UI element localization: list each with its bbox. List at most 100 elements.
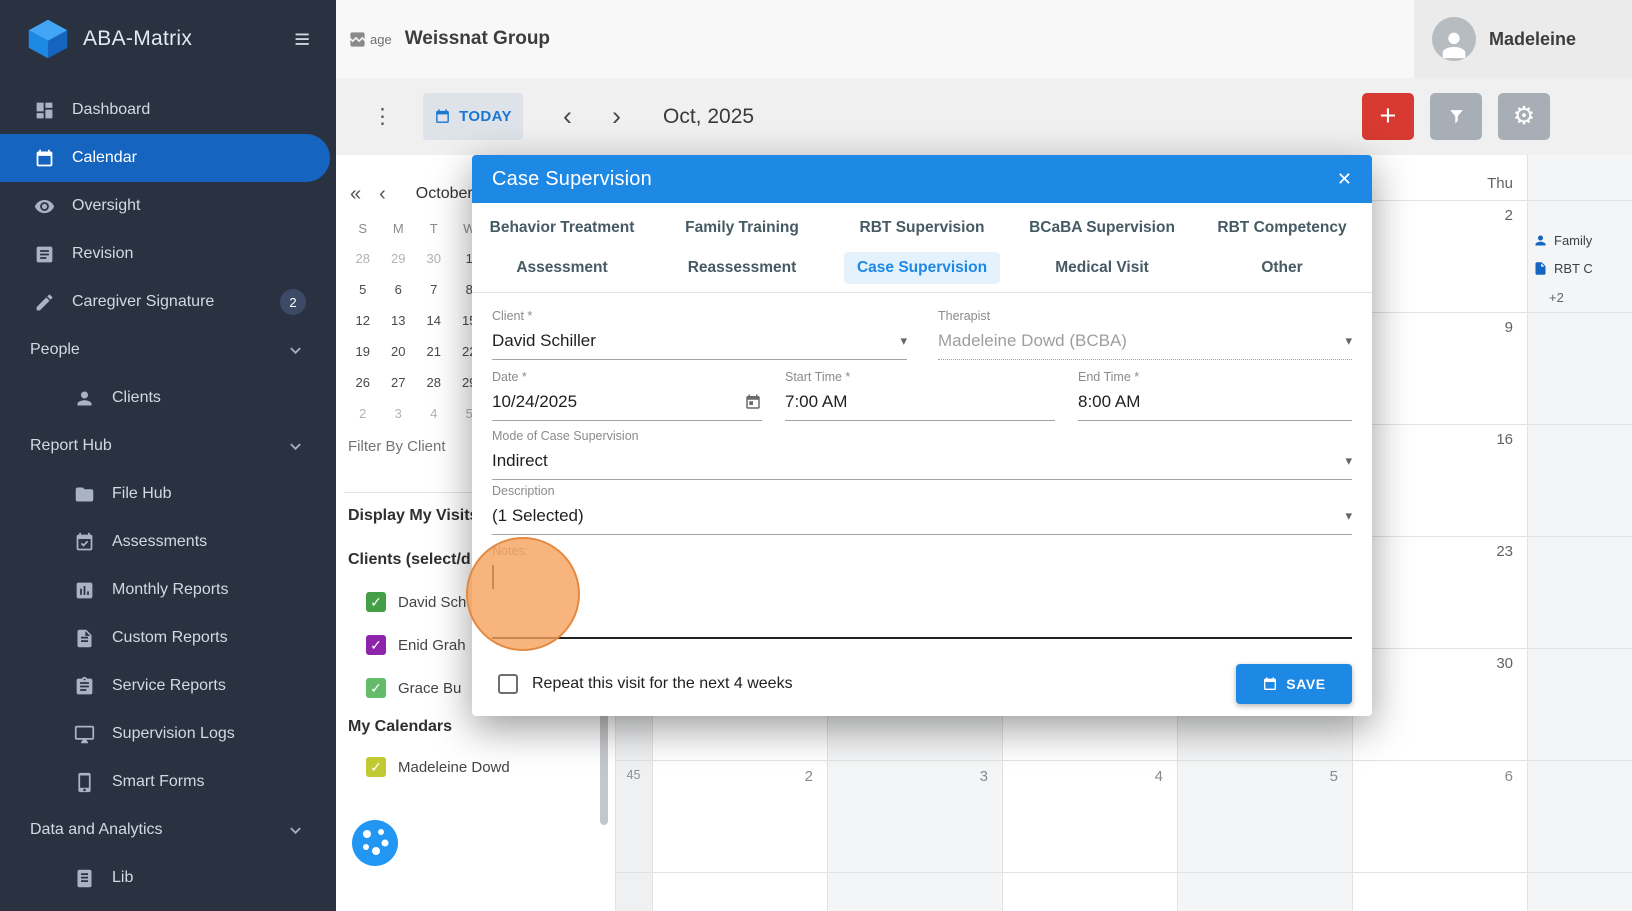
calendar-checkbox[interactable]: ✓ — [366, 757, 386, 777]
save-button[interactable]: SAVE — [1236, 664, 1352, 704]
description-select[interactable]: Description (1 Selected) ▾ — [492, 484, 1352, 535]
assignment-icon — [74, 676, 95, 697]
tab-behavior-treatment[interactable]: Behavior Treatment — [472, 208, 652, 248]
tab-other[interactable]: Other — [1192, 248, 1372, 288]
start-time-label: Start Time * — [785, 370, 1055, 385]
save-calendar-icon — [1262, 676, 1278, 692]
prev-month-button[interactable]: ‹ — [563, 103, 572, 130]
next-month-button[interactable]: › — [612, 103, 621, 130]
minical-date[interactable]: 14 — [416, 305, 452, 336]
sidebar-item-label: Dashboard — [72, 101, 150, 119]
minical-date[interactable]: 19 — [345, 336, 381, 367]
minical-date[interactable]: 27 — [381, 367, 417, 398]
theme-palette-button[interactable] — [352, 820, 398, 866]
sidebar-item-monthly-reports[interactable]: Monthly Reports — [0, 566, 336, 614]
minical-prev-month-button[interactable]: ‹ — [379, 184, 386, 204]
minical-date[interactable]: 7 — [416, 274, 452, 305]
minical-date[interactable]: 6 — [381, 274, 417, 305]
visit-type-tabs: Behavior Treatment Family Training RBT S… — [472, 203, 1372, 288]
client-value: David Schiller — [492, 331, 596, 351]
tab-family-training[interactable]: Family Training — [652, 208, 832, 248]
date-cell: 4 — [1002, 768, 1177, 785]
add-visit-button[interactable]: + — [1362, 93, 1414, 140]
repeat-checkbox[interactable] — [498, 674, 518, 694]
sidebar-item-dashboard[interactable]: Dashboard — [0, 86, 336, 134]
minical-date[interactable]: 21 — [416, 336, 452, 367]
date-field[interactable]: Date * 10/24/2025 — [492, 370, 762, 421]
notes-textarea[interactable] — [492, 559, 1352, 639]
minical-date[interactable]: 28 — [416, 367, 452, 398]
minical-date[interactable]: 29 — [381, 243, 417, 274]
user-menu[interactable]: Madeleine — [1414, 0, 1632, 78]
client-name: Enid Grah — [398, 637, 466, 654]
client-checkbox[interactable]: ✓ — [366, 592, 386, 612]
sidebar-item-label: Oversight — [72, 197, 140, 215]
logo-alt-text: age — [370, 32, 392, 47]
minical-date[interactable]: 30 — [416, 243, 452, 274]
client-checkbox[interactable]: ✓ — [366, 635, 386, 655]
client-select[interactable]: Client * David Schiller ▾ — [492, 309, 907, 360]
sidebar-group-people[interactable]: People — [0, 326, 336, 374]
sidebar-item-oversight[interactable]: Oversight — [0, 182, 336, 230]
minical-date[interactable]: 26 — [345, 367, 381, 398]
sidebar-item-supervision-logs[interactable]: Supervision Logs — [0, 710, 336, 758]
minical-date[interactable]: 3 — [381, 398, 417, 429]
minical-prev-year-button[interactable]: « — [350, 184, 361, 204]
end-time-field[interactable]: End Time * 8:00 AM — [1078, 370, 1352, 421]
start-time-field[interactable]: Start Time * 7:00 AM — [785, 370, 1055, 421]
minical-date[interactable]: 2 — [345, 398, 381, 429]
calendar-filter-row: ✓ Madeleine Dowd — [366, 757, 510, 777]
calendar-event[interactable]: Family — [1533, 233, 1592, 248]
chevron-down-icon — [285, 436, 306, 457]
sidebar-item-clients[interactable]: Clients — [0, 374, 336, 422]
minical-date[interactable]: 5 — [345, 274, 381, 305]
app-root: ABA-Matrix ≡ Dashboard Calendar Oversigh… — [0, 0, 1632, 911]
sidebar-group-report-hub[interactable]: Report Hub — [0, 422, 336, 470]
minical-date[interactable]: 4 — [416, 398, 452, 429]
filter-button[interactable] — [1430, 93, 1482, 140]
mode-select[interactable]: Mode of Case Supervision Indirect ▾ — [492, 429, 1352, 480]
device-icon — [74, 772, 95, 793]
calendar-event[interactable]: RBT C — [1533, 261, 1593, 276]
more-events-link[interactable]: +2 — [1549, 290, 1564, 305]
close-icon[interactable]: ✕ — [1337, 170, 1352, 188]
sidebar-item-calendar[interactable]: Calendar — [0, 134, 330, 182]
therapist-select[interactable]: Therapist Madeleine Dowd (BCBA) ▾ — [938, 309, 1352, 360]
minical-day-headers: S M T W — [345, 219, 487, 237]
sidebar-item-caregiver-signature[interactable]: Caregiver Signature 2 — [0, 278, 336, 326]
minical-date[interactable]: 28 — [345, 243, 381, 274]
sidebar-item-smart-forms[interactable]: Smart Forms — [0, 758, 336, 806]
tab-medical-visit[interactable]: Medical Visit — [1012, 248, 1192, 288]
tab-assessment[interactable]: Assessment — [472, 248, 652, 288]
sidebar-group-data-analytics[interactable]: Data and Analytics — [0, 806, 336, 854]
sidebar-item-assessments[interactable]: Assessments — [0, 518, 336, 566]
tab-reassessment[interactable]: Reassessment — [652, 248, 832, 288]
event-check-icon — [74, 532, 95, 553]
kebab-menu-icon[interactable]: ⋮ — [372, 104, 393, 129]
menu-toggle-icon[interactable]: ≡ — [294, 26, 310, 53]
date-label: Date * — [492, 370, 762, 385]
client-checkbox[interactable]: ✓ — [366, 678, 386, 698]
tab-case-supervision[interactable]: Case Supervision — [832, 248, 1012, 288]
sidebar-item-label: Assessments — [112, 533, 207, 551]
description-value: (1 Selected) — [492, 506, 584, 526]
today-button[interactable]: TODAY — [423, 93, 523, 140]
minical-date[interactable]: 20 — [381, 336, 417, 367]
minical-date[interactable]: 12 — [345, 305, 381, 336]
tab-rbt-supervision[interactable]: RBT Supervision — [832, 208, 1012, 248]
avatar[interactable] — [1432, 17, 1476, 61]
repeat-checkbox-label: Repeat this visit for the next 4 weeks — [532, 675, 793, 693]
user-name: Madeleine — [1489, 29, 1576, 50]
minical-date[interactable]: 13 — [381, 305, 417, 336]
sidebar-item-revision[interactable]: Revision — [0, 230, 336, 278]
sidebar-item-file-hub[interactable]: File Hub — [0, 470, 336, 518]
dashboard-icon — [34, 100, 55, 121]
sidebar-item-library[interactable]: Lib — [0, 854, 336, 902]
date-cell: 23 — [1352, 543, 1527, 560]
settings-button[interactable]: ⚙ — [1498, 93, 1550, 140]
tab-bcaba-supervision[interactable]: BCaBA Supervision — [1012, 208, 1192, 248]
sidebar-item-custom-reports[interactable]: Custom Reports — [0, 614, 336, 662]
panel-scrollbar[interactable] — [600, 700, 608, 825]
sidebar-item-service-reports[interactable]: Service Reports — [0, 662, 336, 710]
tab-rbt-competency[interactable]: RBT Competency — [1192, 208, 1372, 248]
